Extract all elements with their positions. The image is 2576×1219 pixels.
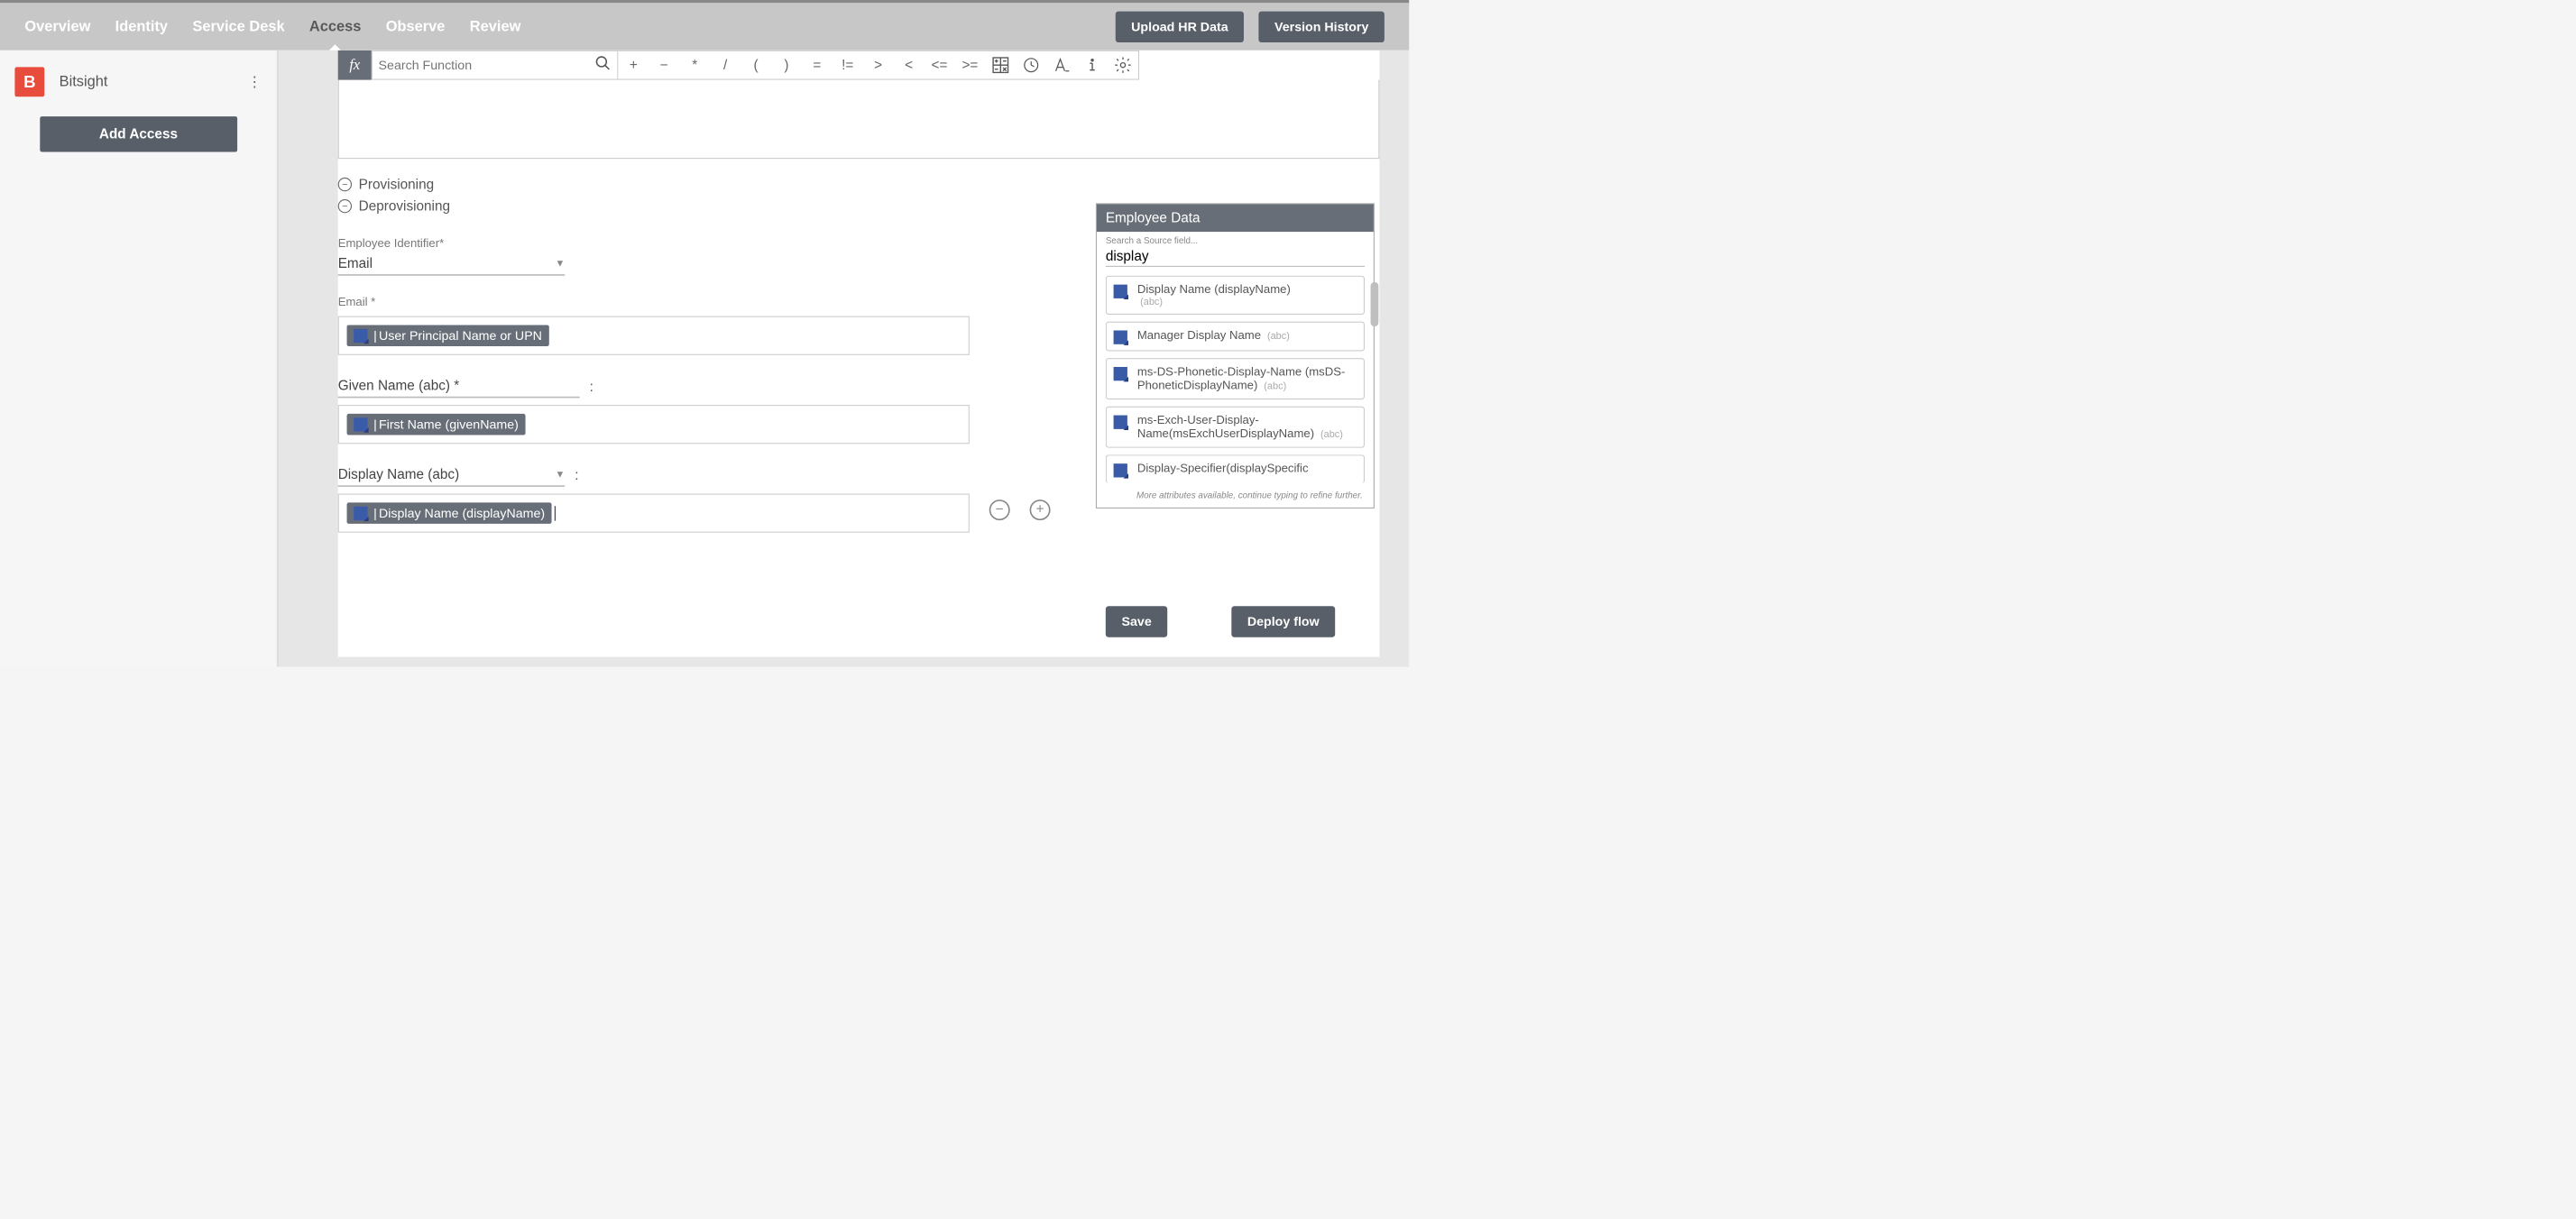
tab-review[interactable]: Review: [470, 18, 521, 35]
employee-data-panel: Employee Data Search a Source field... D…: [1096, 203, 1375, 509]
add-access-button[interactable]: Add Access: [40, 116, 237, 151]
nav-tabs: Overview Identity Service Desk Access Ob…: [24, 18, 1115, 35]
field-list: Display Name (displayName) (abc) Manager…: [1106, 276, 1365, 490]
save-button[interactable]: Save: [1106, 606, 1167, 637]
op-multiply[interactable]: *: [679, 57, 710, 73]
app-name: Bitsight: [60, 74, 247, 91]
content-area: fx + − * / ( ) = != > <: [279, 50, 1409, 667]
given-name-input[interactable]: |First Name (givenName): [338, 405, 970, 444]
collapse-icon[interactable]: −: [338, 199, 352, 213]
upload-hr-data-button[interactable]: Upload HR Data: [1116, 11, 1244, 41]
scrollbar-thumb[interactable]: [1371, 282, 1379, 326]
provisioning-row: − Provisioning: [338, 174, 1380, 196]
sidebar: B Bitsight ⋮ Add Access: [0, 50, 279, 667]
text-icon[interactable]: [1046, 56, 1077, 74]
provisioning-label: Provisioning: [359, 177, 434, 193]
source-search-label: Search a Source field...: [1106, 235, 1365, 245]
nav-bar: Overview Identity Service Desk Access Ob…: [0, 3, 1409, 50]
emp-id-select[interactable]: Email ▼: [338, 252, 566, 276]
op-gte[interactable]: >=: [954, 57, 985, 73]
field-item[interactable]: Display-Specifier(displaySpecific: [1106, 454, 1365, 483]
add-mapping-button[interactable]: +: [1030, 500, 1051, 520]
email-input[interactable]: |User Principal Name or UPN: [338, 316, 970, 355]
op-eq[interactable]: =: [802, 57, 833, 73]
tab-identity[interactable]: Identity: [115, 18, 168, 35]
collapse-icon[interactable]: −: [338, 178, 352, 191]
more-hint: More attributes available, continue typi…: [1106, 490, 1365, 500]
source-icon: [1114, 416, 1127, 429]
deprovisioning-label: Deprovisioning: [359, 198, 450, 215]
source-icon: [1114, 367, 1127, 380]
op-lparen[interactable]: (: [741, 57, 771, 73]
kebab-icon[interactable]: ⋮: [247, 73, 262, 90]
text-cursor: [555, 506, 556, 520]
search-function-input[interactable]: [379, 58, 595, 73]
remove-mapping-button[interactable]: −: [989, 500, 1010, 520]
operator-toolbar: + − * / ( ) = != > < <= >=: [618, 50, 1139, 80]
given-name-select[interactable]: Given Name (abc) *: [338, 375, 580, 399]
email-chip: |User Principal Name or UPN: [347, 325, 549, 346]
tab-observe[interactable]: Observe: [386, 18, 446, 35]
version-history-button[interactable]: Version History: [1259, 11, 1385, 41]
formula-bar: fx + − * / ( ) = != > <: [338, 50, 1380, 80]
deploy-flow-button[interactable]: Deploy flow: [1231, 606, 1335, 637]
op-neq[interactable]: !=: [833, 57, 863, 73]
op-lte[interactable]: <=: [925, 57, 955, 73]
op-minus[interactable]: −: [649, 57, 679, 73]
given-name-chip: |First Name (givenName): [347, 414, 526, 435]
source-icon: [1114, 463, 1127, 477]
field-item[interactable]: ms-DS-Phonetic-Display-Name (msDS-Phonet…: [1106, 358, 1365, 399]
panel-title: Employee Data: [1097, 204, 1374, 232]
op-rparen[interactable]: ): [771, 57, 802, 73]
op-divide[interactable]: /: [710, 57, 741, 73]
op-plus[interactable]: +: [618, 57, 649, 73]
gear-icon[interactable]: [1108, 56, 1138, 75]
info-icon[interactable]: [1077, 56, 1108, 74]
search-icon[interactable]: [594, 54, 612, 76]
action-row: Save Deploy flow: [1106, 606, 1335, 637]
calc-icon[interactable]: [985, 55, 1016, 75]
chevron-down-icon: ▼: [555, 258, 565, 270]
display-name-select[interactable]: Display Name (abc) ▼: [338, 463, 566, 487]
field-item[interactable]: Manager Display Name (abc): [1106, 322, 1365, 352]
source-icon: [354, 329, 367, 343]
display-name-input[interactable]: |Display Name (displayName): [338, 494, 970, 533]
function-search: [372, 50, 619, 80]
source-icon: [354, 506, 367, 519]
tab-access[interactable]: Access: [309, 18, 361, 35]
source-icon: [1114, 285, 1127, 298]
tab-overview[interactable]: Overview: [24, 18, 90, 35]
chevron-down-icon: ▼: [555, 469, 565, 481]
app-icon: B: [14, 67, 44, 96]
app-row[interactable]: B Bitsight ⋮: [10, 62, 267, 102]
op-lt[interactable]: <: [894, 57, 925, 73]
source-icon: [354, 417, 367, 431]
clock-icon[interactable]: [1016, 56, 1046, 74]
source-search-input[interactable]: [1106, 246, 1365, 267]
op-gt[interactable]: >: [863, 57, 894, 73]
tab-service-desk[interactable]: Service Desk: [192, 18, 284, 35]
field-item[interactable]: ms-Exch-User-Display-Name(msExchUserDisp…: [1106, 407, 1365, 448]
fx-label: fx: [338, 50, 372, 80]
display-name-chip: |Display Name (displayName): [347, 502, 552, 524]
source-icon: [1114, 330, 1127, 344]
field-item[interactable]: Display Name (displayName) (abc): [1106, 276, 1365, 315]
formula-textarea[interactable]: [338, 80, 1380, 160]
